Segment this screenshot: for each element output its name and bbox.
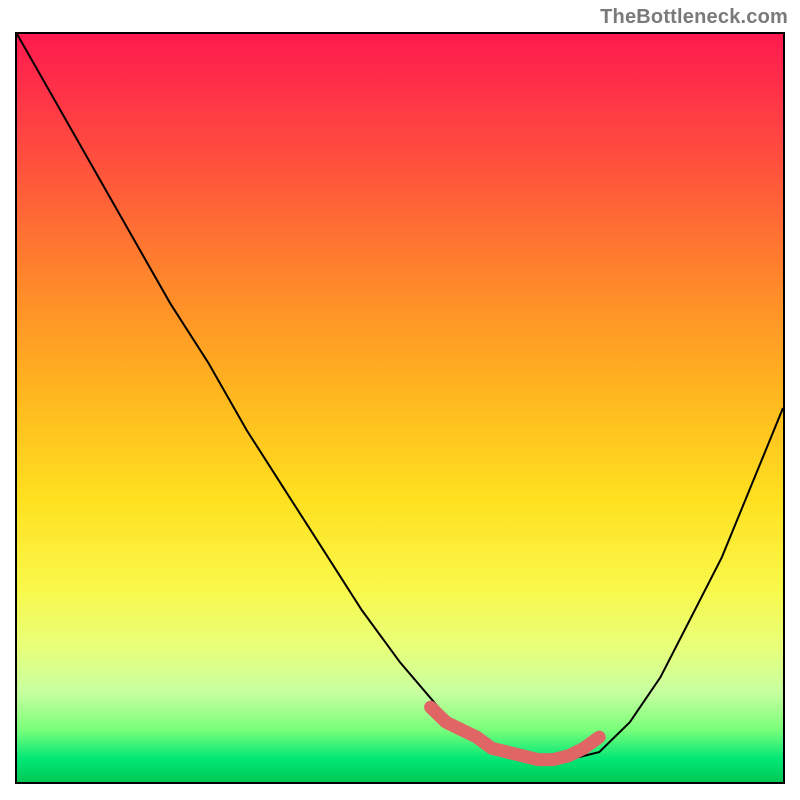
attribution-text: TheBottleneck.com [600,6,788,29]
bottleneck-curve [17,34,783,760]
chart-svg [17,34,783,782]
chart-container: TheBottleneck.com [0,0,800,800]
plot-area [15,32,785,784]
sweet-spot-band [431,707,600,759]
